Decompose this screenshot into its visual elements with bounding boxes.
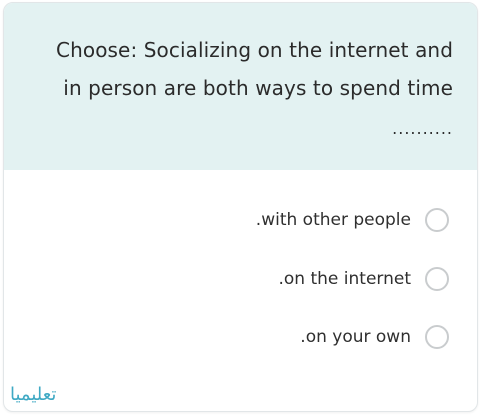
radio-button[interactable] (425, 208, 449, 232)
option-label: .on your own (300, 327, 411, 347)
question-line-1: Choose: Socializing on the internet and (56, 38, 453, 62)
option-label: .on the internet (278, 269, 412, 289)
question-line-2: in person are both ways to spend time (63, 76, 453, 100)
radio-button[interactable] (425, 325, 449, 349)
option-label: .with other people (255, 210, 411, 230)
question-panel: Choose: Socializing on the internet and … (4, 3, 477, 170)
question-blank: .......... (392, 119, 453, 138)
question-text: Choose: Socializing on the internet and … (33, 31, 453, 107)
option-on-the-internet[interactable]: .on the internet (278, 263, 449, 295)
question-card: Choose: Socializing on the internet and … (3, 2, 478, 412)
option-on-your-own[interactable]: .on your own (300, 321, 449, 353)
watermark-logo: تعليميا (10, 384, 57, 405)
radio-button[interactable] (425, 267, 449, 291)
option-with-other-people[interactable]: .with other people (256, 204, 449, 236)
